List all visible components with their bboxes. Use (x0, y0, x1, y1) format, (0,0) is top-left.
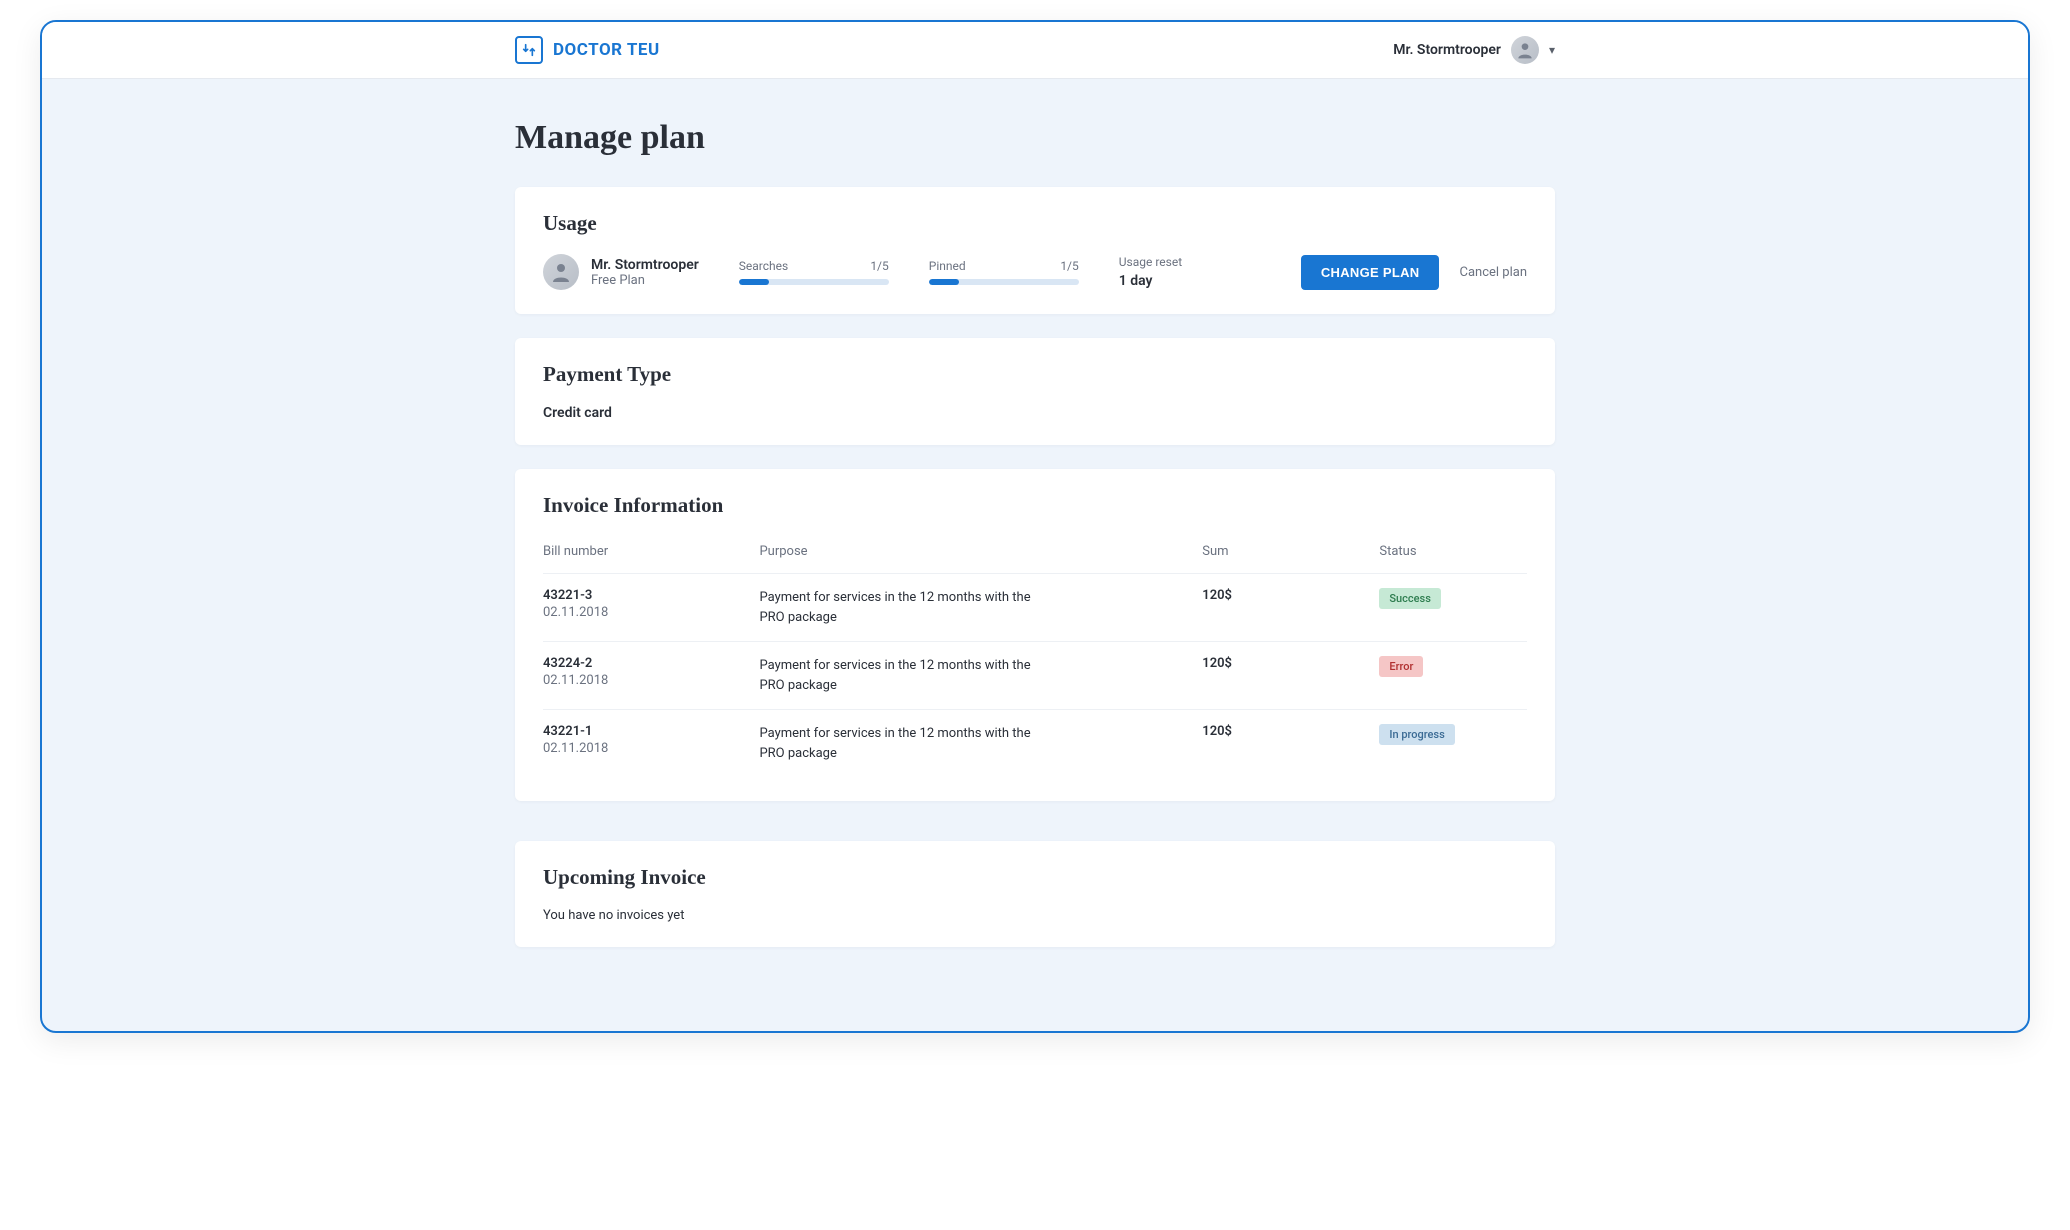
col-purpose: Purpose (759, 536, 1202, 574)
topbar: DOCTOR TEU Mr. Stormtrooper ▾ (42, 22, 2028, 79)
bill-number: 43221-3 (543, 588, 759, 603)
usage-stat-label: Pinned (929, 259, 966, 273)
logo[interactable]: DOCTOR TEU (515, 36, 660, 64)
table-row: 43221-3 02.11.2018Payment for services in… (543, 574, 1527, 642)
invoice-table: Bill number Purpose Sum Status 43221-3 02… (543, 536, 1527, 777)
content: Manage plan Usage Mr. Stormtrooper Free … (485, 79, 1585, 1031)
logo-icon (515, 36, 543, 64)
upcoming-card: Upcoming Invoice You have no invoices ye… (515, 841, 1555, 947)
usage-stat-searches: Searches 1/5 (739, 259, 889, 285)
status-badge: Error (1379, 656, 1423, 677)
purpose-text: Payment for services in the 12 months wi… (759, 656, 1039, 695)
payment-title: Payment Type (543, 362, 1527, 387)
progress-fill (929, 279, 959, 285)
usage-stat-pinned: Pinned 1/5 (929, 259, 1079, 285)
usage-reset-label: Usage reset (1119, 255, 1182, 269)
logo-text: DOCTOR TEU (553, 40, 660, 60)
change-plan-button[interactable]: CHANGE PLAN (1301, 255, 1440, 290)
sum-text: 120$ (1202, 656, 1379, 671)
usage-card: Usage Mr. Stormtrooper Free Plan Searche… (515, 187, 1555, 314)
usage-title: Usage (543, 211, 1527, 236)
usage-reset: Usage reset 1 day (1119, 255, 1182, 289)
status-badge: In progress (1379, 724, 1454, 745)
usage-stat-value: 1/5 (1060, 259, 1078, 273)
bill-number: 43221-1 (543, 724, 759, 739)
usage-stat-value: 1/5 (870, 259, 888, 273)
page-title: Manage plan (515, 119, 1555, 157)
progress-fill (739, 279, 769, 285)
progress-track (929, 279, 1079, 285)
table-row: 43224-2 02.11.2018Payment for services in… (543, 642, 1527, 710)
invoice-card: Invoice Information Bill number Purpose … (515, 469, 1555, 801)
usage-user-name: Mr. Stormtrooper (591, 257, 699, 273)
invoice-title: Invoice Information (543, 493, 1527, 518)
bill-date: 02.11.2018 (543, 605, 759, 620)
chevron-down-icon: ▾ (1549, 43, 1555, 57)
upcoming-empty: You have no invoices yet (543, 908, 1527, 923)
bill-date: 02.11.2018 (543, 673, 759, 688)
usage-reset-value: 1 day (1119, 273, 1182, 289)
payment-value: Credit card (543, 405, 1527, 421)
status-badge: Success (1379, 588, 1440, 609)
table-row: 43221-1 02.11.2018Payment for services in… (543, 710, 1527, 778)
user-menu-name: Mr. Stormtrooper (1393, 42, 1501, 58)
cancel-plan-link[interactable]: Cancel plan (1459, 265, 1527, 280)
col-status: Status (1379, 536, 1527, 574)
col-bill: Bill number (543, 536, 759, 574)
upcoming-title: Upcoming Invoice (543, 865, 1527, 890)
bill-number: 43224-2 (543, 656, 759, 671)
sum-text: 120$ (1202, 588, 1379, 603)
app-frame: DOCTOR TEU Mr. Stormtrooper ▾ Manage pla… (40, 20, 2030, 1033)
progress-track (739, 279, 889, 285)
sum-text: 120$ (1202, 724, 1379, 739)
usage-stat-label: Searches (739, 259, 788, 273)
usage-avatar (543, 254, 579, 290)
payment-card: Payment Type Credit card (515, 338, 1555, 445)
usage-user-plan: Free Plan (591, 273, 699, 288)
purpose-text: Payment for services in the 12 months wi… (759, 724, 1039, 763)
user-menu[interactable]: Mr. Stormtrooper ▾ (1393, 36, 1555, 64)
avatar (1511, 36, 1539, 64)
col-sum: Sum (1202, 536, 1379, 574)
usage-user: Mr. Stormtrooper Free Plan (543, 254, 699, 290)
purpose-text: Payment for services in the 12 months wi… (759, 588, 1039, 627)
bill-date: 02.11.2018 (543, 741, 759, 756)
